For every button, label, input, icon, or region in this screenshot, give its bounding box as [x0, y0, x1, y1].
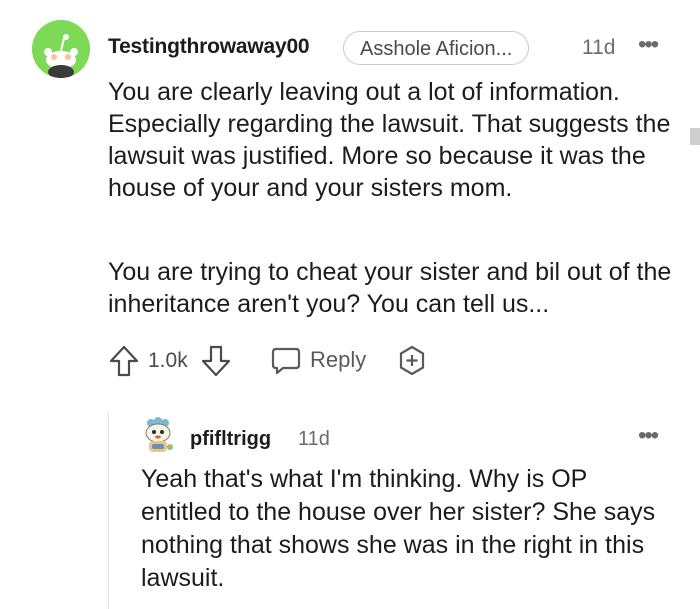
comment-username[interactable]: Testingthrowaway00	[108, 35, 310, 59]
reply-label: Reply	[310, 347, 367, 372]
scrollbar-thumb[interactable]	[690, 128, 700, 145]
comment-paragraph: You are clearly leaving out a lot of inf…	[108, 78, 671, 202]
avatar-snoo-icon	[32, 20, 90, 78]
reply-username[interactable]: pfifltrigg	[190, 428, 271, 451]
upvote-button[interactable]	[108, 344, 140, 378]
reply-timestamp: 11d	[298, 428, 330, 450]
thread-line[interactable]	[108, 412, 109, 609]
comment-timestamp: 11d	[582, 36, 616, 59]
reply-bubble-icon	[271, 347, 301, 375]
avatar-snoo-icon	[145, 417, 173, 452]
vote-count: 1.0k	[148, 349, 188, 372]
user-flair: Asshole Aficion...	[343, 31, 530, 65]
upvote-icon	[109, 345, 139, 377]
reply-body: Yeah that's what I'm thinking. Why is OP…	[141, 465, 656, 592]
award-icon	[399, 345, 425, 376]
more-icon[interactable]: •••	[638, 31, 659, 59]
downvote-icon	[201, 345, 231, 377]
reply-avatar[interactable]	[140, 417, 178, 455]
downvote-button[interactable]	[200, 344, 232, 378]
award-button[interactable]	[396, 344, 428, 378]
comment-paragraph: You are trying to cheat your sister and …	[108, 258, 672, 318]
avatar[interactable]	[32, 20, 90, 78]
reply-button[interactable]: Reply	[270, 344, 366, 376]
more-icon[interactable]: •••	[638, 422, 659, 450]
